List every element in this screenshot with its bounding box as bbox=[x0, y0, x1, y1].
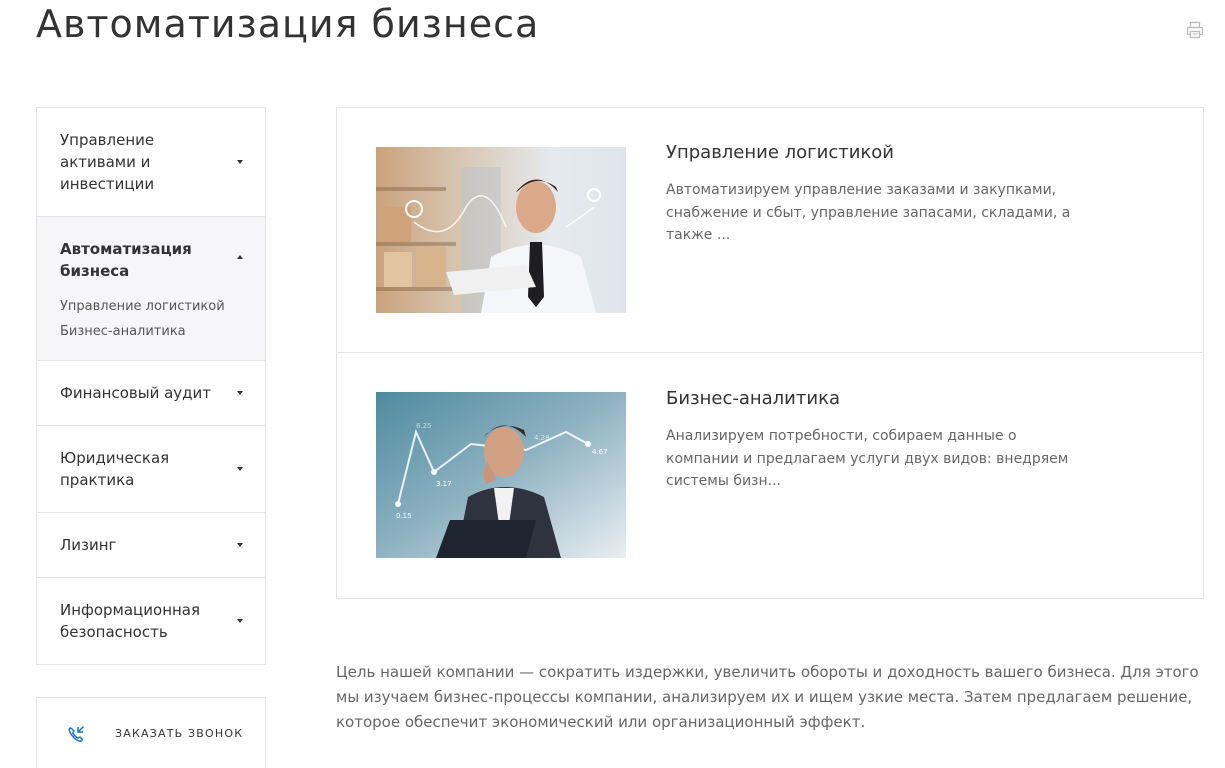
service-description-analytics: Анализируем потребности, собираем данные… bbox=[666, 428, 1069, 489]
sidebar-item-label: Лизинг bbox=[60, 536, 117, 554]
sidebar-item-leasing[interactable]: Лизинг bbox=[37, 513, 265, 578]
sidebar-item-security[interactable]: Информационная безопасность bbox=[37, 578, 265, 664]
chevron-down-icon[interactable] bbox=[237, 467, 243, 471]
chevron-down-icon[interactable] bbox=[237, 543, 243, 547]
order-call-label: ЗАКАЗАТЬ ЗВОНОК bbox=[115, 727, 244, 740]
chevron-down-icon[interactable] bbox=[237, 160, 243, 164]
chart-label: 3.17 bbox=[436, 480, 452, 488]
sidebar-item-legal[interactable]: Юридическая практика bbox=[37, 426, 265, 513]
services-list: Управление логистикой Автоматизируем упр… bbox=[336, 107, 1204, 599]
service-image-analytics[interactable]: 0.15 3.17 4.67 6.25 4.28 bbox=[376, 392, 626, 558]
sidebar-menu: Управление активами и инвестиции Автомат… bbox=[36, 107, 266, 665]
chart-label: 6.25 bbox=[416, 422, 432, 430]
chart-label: 4.28 bbox=[534, 434, 550, 442]
service-card-analytics: 0.15 3.17 4.67 6.25 4.28 Бизнес-аналитик… bbox=[337, 353, 1203, 597]
sidebar-item-assets[interactable]: Управление активами и инвестиции bbox=[37, 108, 265, 217]
intro-text: Цель нашей компании — сократить издержки… bbox=[336, 663, 1199, 731]
sidebar-subitem-logistics[interactable]: Управление логистикой bbox=[60, 294, 242, 319]
service-card-logistics: Управление логистикой Автоматизируем упр… bbox=[337, 108, 1203, 353]
service-image-logistics[interactable] bbox=[376, 147, 626, 313]
sidebar-item-automation[interactable]: Автоматизация бизнеса Управление логисти… bbox=[37, 217, 265, 361]
service-title-logistics[interactable]: Управление логистикой bbox=[666, 142, 894, 163]
sidebar-submenu: Управление логистикой Бизнес-аналитика bbox=[37, 288, 265, 360]
service-title-analytics[interactable]: Бизнес-аналитика bbox=[666, 388, 840, 409]
page-title: Автоматизация бизнеса bbox=[36, 2, 540, 46]
chart-label: 4.67 bbox=[592, 448, 608, 456]
sidebar-item-label: Юридическая практика bbox=[60, 449, 170, 489]
chevron-down-icon[interactable] bbox=[237, 391, 243, 395]
chart-label: 0.15 bbox=[396, 512, 412, 520]
order-call-button[interactable]: ЗАКАЗАТЬ ЗВОНОК bbox=[36, 697, 266, 768]
chevron-down-icon[interactable] bbox=[237, 619, 243, 623]
chevron-up-icon[interactable] bbox=[237, 255, 243, 259]
sidebar-item-label: Управление активами и инвестиции bbox=[60, 131, 155, 193]
sidebar-item-label: Автоматизация бизнеса bbox=[60, 240, 192, 280]
phone-icon bbox=[67, 725, 85, 743]
printer-icon[interactable] bbox=[1186, 21, 1204, 39]
sidebar-item-audit[interactable]: Финансовый аудит bbox=[37, 361, 265, 426]
sidebar-item-label: Информационная безопасность bbox=[60, 601, 201, 641]
sidebar-subitem-analytics[interactable]: Бизнес-аналитика bbox=[60, 319, 242, 344]
service-description-logistics: Автоматизируем управление заказами и зак… bbox=[666, 182, 1071, 243]
sidebar-item-label: Финансовый аудит bbox=[60, 384, 212, 402]
